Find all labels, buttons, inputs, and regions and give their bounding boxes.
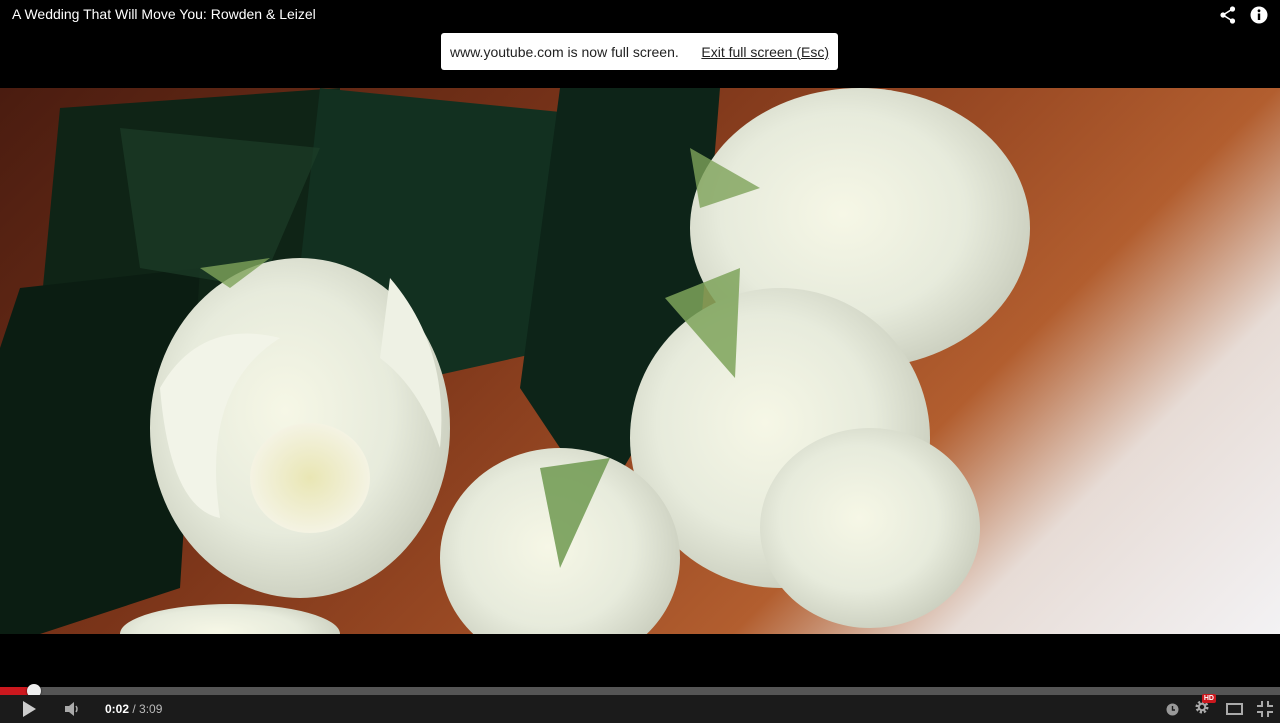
play-button[interactable] — [14, 695, 44, 723]
player-controls: 0:02 / 3:09 HD — [0, 693, 1280, 723]
fullscreen-notice: www.youtube.com is now full screen. Exit… — [441, 33, 838, 70]
fullscreen-message: www.youtube.com is now full screen. — [450, 43, 679, 60]
settings-button[interactable]: HD — [1192, 693, 1216, 723]
hd-badge: HD — [1201, 693, 1216, 703]
progress-bar[interactable] — [0, 684, 1280, 698]
theater-mode-button[interactable] — [1222, 695, 1246, 723]
video-still-image — [0, 88, 1030, 634]
current-time: 0:02 — [105, 702, 130, 716]
volume-icon — [65, 702, 78, 716]
watch-later-button[interactable] — [1162, 695, 1182, 723]
exit-fullscreen-link[interactable]: Exit full screen (Esc) — [701, 44, 829, 60]
mute-button[interactable] — [60, 695, 86, 723]
theater-mode-icon — [1225, 703, 1243, 715]
info-icon[interactable] — [1250, 6, 1268, 24]
play-icon — [23, 701, 36, 717]
exit-fullscreen-icon — [1257, 701, 1273, 717]
clock-icon — [1166, 703, 1178, 715]
time-display: 0:02 / 3:09 — [105, 695, 162, 723]
exit-fullscreen-button[interactable] — [1254, 695, 1276, 723]
duration: 3:09 — [139, 702, 163, 716]
share-icon[interactable] — [1220, 6, 1236, 24]
top-actions — [1220, 6, 1268, 24]
video-title[interactable]: A Wedding That Will Move You: Rowden & L… — [12, 6, 316, 22]
video-frame[interactable] — [0, 88, 1280, 634]
